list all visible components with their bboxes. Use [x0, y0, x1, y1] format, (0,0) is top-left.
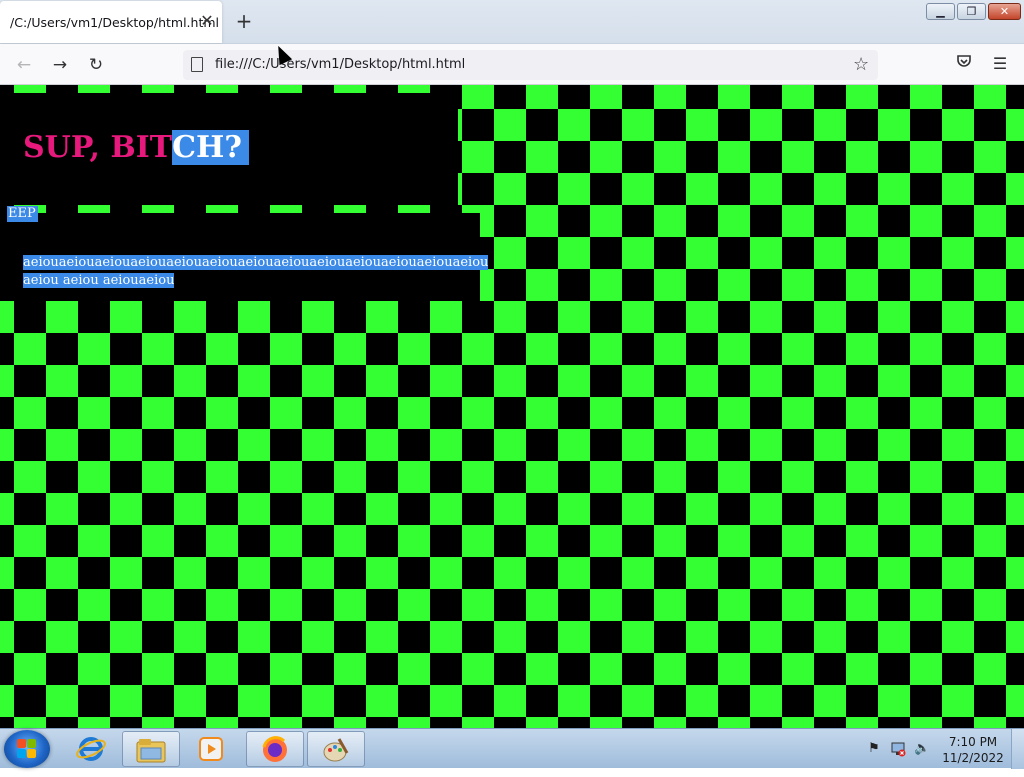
restore-button[interactable]: ❐ — [957, 3, 986, 20]
close-icon: ✕ — [999, 5, 1010, 18]
firefox-icon[interactable] — [246, 731, 304, 767]
close-icon[interactable]: ✕ — [198, 12, 216, 30]
heading-selected-text: CH? — [172, 130, 249, 165]
show-desktop-button[interactable] — [1011, 729, 1024, 769]
action-center-icon[interactable]: ⚑ — [866, 741, 882, 757]
tab-title: /C:/Users/vm1/Desktop/html.html — [10, 15, 219, 30]
paragraph-text: aeiouaeiouaeiouaeiouaeiouaeiouaeiouaeiou… — [23, 255, 489, 288]
taskbar: ⚑ 🔈 7:10 PM 11/2/2022 — [0, 728, 1024, 769]
volume-icon[interactable]: 🔈 — [914, 741, 930, 757]
minimize-button[interactable]: ▁ — [926, 3, 955, 20]
url-text[interactable]: file:///C:/Users/vm1/Desktop/html.html — [215, 57, 465, 72]
file-icon — [191, 57, 203, 72]
restore-icon: ❐ — [966, 5, 977, 18]
browser-tab[interactable]: /C:/Users/vm1/Desktop/html.html ✕ — [0, 1, 222, 43]
paint-icon[interactable] — [307, 731, 365, 767]
arrow-left-icon[interactable]: ← — [12, 53, 36, 77]
heading-text: SUP, BIT — [23, 130, 173, 165]
minimize-icon: ▁ — [936, 5, 945, 18]
eep-text: EEP — [7, 206, 38, 222]
pocket-icon[interactable] — [953, 53, 975, 75]
hamburger-menu-icon[interactable]: ☰ — [989, 53, 1011, 75]
clock-date[interactable]: 11/2/2022 — [938, 751, 1008, 765]
page-paragraph: aeiouaeiouaeiouaeiouaeiouaeiouaeiouaeiou… — [23, 254, 489, 290]
reload-icon[interactable]: ↻ — [84, 53, 108, 77]
close-window-button[interactable]: ✕ — [988, 3, 1021, 20]
navigation-bar: ← → ↻ file:///C:/Users/vm1/Desktop/html.… — [0, 44, 1024, 85]
network-icon[interactable] — [890, 741, 906, 757]
clock-time[interactable]: 7:10 PM — [938, 735, 1008, 749]
arrow-right-icon[interactable]: → — [48, 53, 72, 77]
plus-icon[interactable]: + — [233, 10, 255, 32]
windows-start-icon[interactable] — [4, 730, 50, 768]
page-viewport: SUP, BITCH? EEP aeiouaeiouaeiouaeiouaeio… — [0, 85, 1024, 728]
internet-explorer-icon[interactable] — [62, 731, 120, 767]
folder-icon[interactable] — [122, 731, 180, 767]
star-icon[interactable]: ☆ — [853, 54, 869, 75]
tab-strip: /C:/Users/vm1/Desktop/html.html ✕ + ▁ ❐ … — [0, 0, 1024, 44]
media-player-icon[interactable] — [182, 731, 240, 767]
page-heading: SUP, BITCH? — [23, 130, 249, 166]
